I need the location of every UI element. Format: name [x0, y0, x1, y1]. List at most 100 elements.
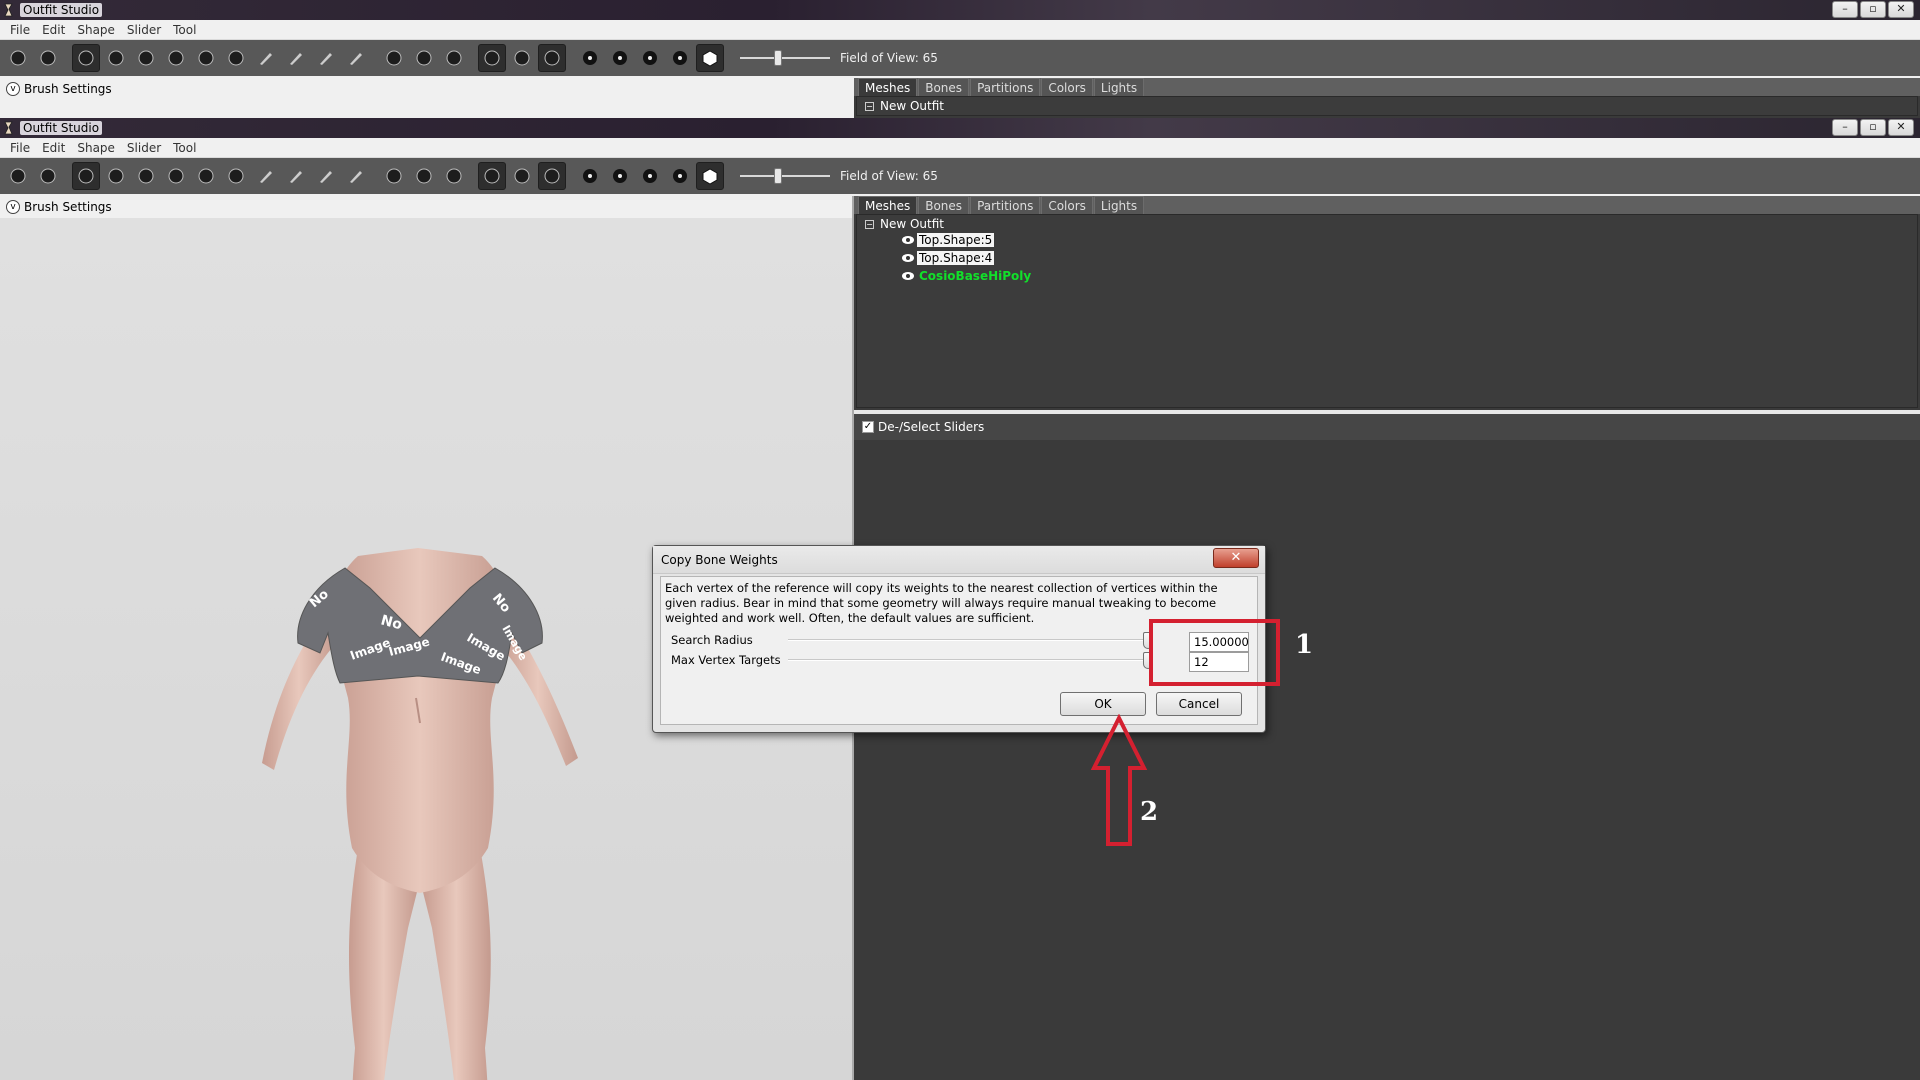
deflate-brush-icon[interactable]	[162, 162, 190, 190]
close-button[interactable]: ✕	[1888, 119, 1914, 136]
tab-colors[interactable]: Colors	[1041, 78, 1093, 96]
menu-file[interactable]: File	[4, 23, 36, 37]
mirror-icon[interactable]	[478, 44, 506, 72]
dot-1-icon[interactable]	[576, 162, 604, 190]
tree-root[interactable]: − New Outfit	[865, 217, 944, 231]
inflate-brush-icon[interactable]	[132, 162, 160, 190]
title-bar[interactable]: Outfit Studio – ▫ ✕	[0, 118, 1920, 138]
tree-root[interactable]: − New Outfit	[865, 99, 944, 113]
dot-4-icon[interactable]	[666, 44, 694, 72]
brush-4-icon[interactable]	[342, 44, 370, 72]
brush-4-icon[interactable]	[342, 162, 370, 190]
tree-item-shape[interactable]: Top.Shape:4	[901, 251, 995, 265]
dot-4-icon[interactable]	[666, 162, 694, 190]
cube-icon[interactable]	[696, 162, 724, 190]
eye-icon[interactable]	[901, 235, 915, 245]
dot-3-icon[interactable]	[636, 162, 664, 190]
tree-item-shape[interactable]: Top.Shape:5	[901, 233, 995, 247]
tab-meshes[interactable]: Meshes	[858, 196, 918, 214]
brush-2-icon[interactable]	[282, 162, 310, 190]
transform-icon[interactable]	[380, 162, 408, 190]
pivot-icon[interactable]	[410, 162, 438, 190]
eye-icon[interactable]	[901, 253, 915, 263]
chevron-down-icon[interactable]: v	[6, 200, 20, 214]
select-brush-icon[interactable]	[72, 44, 100, 72]
fov-thumb[interactable]	[774, 168, 782, 184]
dialog-title-bar[interactable]: Copy Bone Weights	[653, 546, 1265, 574]
menu-edit[interactable]: Edit	[36, 141, 71, 155]
tab-bones[interactable]: Bones	[918, 196, 970, 214]
close-button[interactable]: ✕	[1888, 1, 1914, 18]
weight-brush-icon[interactable]	[440, 162, 468, 190]
tree-item-reference[interactable]: CosioBaseHiPoly	[901, 269, 1033, 283]
mirror-icon[interactable]	[478, 162, 506, 190]
tab-lights[interactable]: Lights	[1093, 78, 1145, 96]
vertex-icon[interactable]	[508, 44, 536, 72]
dot-2-icon[interactable]	[606, 162, 634, 190]
fov-thumb[interactable]	[774, 50, 782, 66]
menu-shape[interactable]: Shape	[71, 23, 121, 37]
menu-file[interactable]: File	[4, 141, 36, 155]
mask-brush-icon[interactable]	[102, 162, 130, 190]
tab-lights[interactable]: Lights	[1093, 196, 1145, 214]
smooth-brush-icon[interactable]	[222, 44, 250, 72]
brush-settings-bar[interactable]: v Brush Settings	[0, 196, 850, 218]
menu-slider[interactable]: Slider	[121, 141, 167, 155]
edge-icon[interactable]	[538, 44, 566, 72]
dot-2-icon[interactable]	[606, 44, 634, 72]
brush-1-icon[interactable]	[252, 44, 280, 72]
fov-slider[interactable]	[740, 44, 830, 72]
fov-slider[interactable]	[740, 162, 830, 190]
title-bar[interactable]: Outfit Studio – ▫ ✕	[0, 0, 1920, 20]
minimize-button[interactable]: –	[1832, 119, 1858, 136]
tab-partitions[interactable]: Partitions	[970, 196, 1041, 214]
open-project-icon[interactable]	[34, 44, 62, 72]
menu-edit[interactable]: Edit	[36, 23, 71, 37]
max-vertex-targets-track[interactable]	[788, 659, 1148, 661]
tab-partitions[interactable]: Partitions	[970, 78, 1041, 96]
weight-brush-icon[interactable]	[440, 44, 468, 72]
tab-colors[interactable]: Colors	[1041, 196, 1093, 214]
tab-meshes[interactable]: Meshes	[858, 78, 918, 96]
dot-3-icon[interactable]	[636, 44, 664, 72]
menu-tool[interactable]: Tool	[167, 23, 202, 37]
chevron-down-icon[interactable]: v	[6, 82, 20, 96]
maximize-button[interactable]: ▫	[1860, 119, 1886, 136]
brush-3-icon[interactable]	[312, 44, 340, 72]
mask-brush-icon[interactable]	[102, 44, 130, 72]
menu-shape[interactable]: Shape	[71, 141, 121, 155]
open-project-icon[interactable]	[34, 162, 62, 190]
move-brush-icon[interactable]	[192, 162, 220, 190]
maximize-button[interactable]: ▫	[1860, 1, 1886, 18]
select-brush-icon[interactable]	[72, 162, 100, 190]
cube-icon[interactable]	[696, 44, 724, 72]
collapse-icon[interactable]: −	[865, 219, 874, 229]
eye-icon[interactable]	[901, 271, 915, 281]
brush-1-icon[interactable]	[252, 162, 280, 190]
annotation-arrow-icon	[1090, 714, 1148, 846]
move-brush-icon[interactable]	[192, 44, 220, 72]
tab-bones[interactable]: Bones	[918, 78, 970, 96]
inflate-brush-icon[interactable]	[132, 44, 160, 72]
menu-tool[interactable]: Tool	[167, 141, 202, 155]
cancel-button[interactable]: Cancel	[1156, 692, 1242, 716]
search-radius-track[interactable]	[788, 639, 1148, 641]
brush-settings-bar[interactable]: v Brush Settings	[0, 78, 850, 100]
ok-button[interactable]: OK	[1060, 692, 1146, 716]
dialog-close-button[interactable]: ✕	[1213, 548, 1259, 568]
new-project-icon[interactable]	[4, 44, 32, 72]
brush-3-icon[interactable]	[312, 162, 340, 190]
edge-icon[interactable]	[538, 162, 566, 190]
pivot-icon[interactable]	[410, 44, 438, 72]
deflate-brush-icon[interactable]	[162, 44, 190, 72]
dot-1-icon[interactable]	[576, 44, 604, 72]
smooth-brush-icon[interactable]	[222, 162, 250, 190]
select-sliders-checkbox[interactable]: ✓	[862, 421, 874, 433]
menu-slider[interactable]: Slider	[121, 23, 167, 37]
vertex-icon[interactable]	[508, 162, 536, 190]
brush-2-icon[interactable]	[282, 44, 310, 72]
minimize-button[interactable]: –	[1832, 1, 1858, 18]
new-project-icon[interactable]	[4, 162, 32, 190]
transform-icon[interactable]	[380, 44, 408, 72]
collapse-icon[interactable]: −	[865, 101, 874, 111]
